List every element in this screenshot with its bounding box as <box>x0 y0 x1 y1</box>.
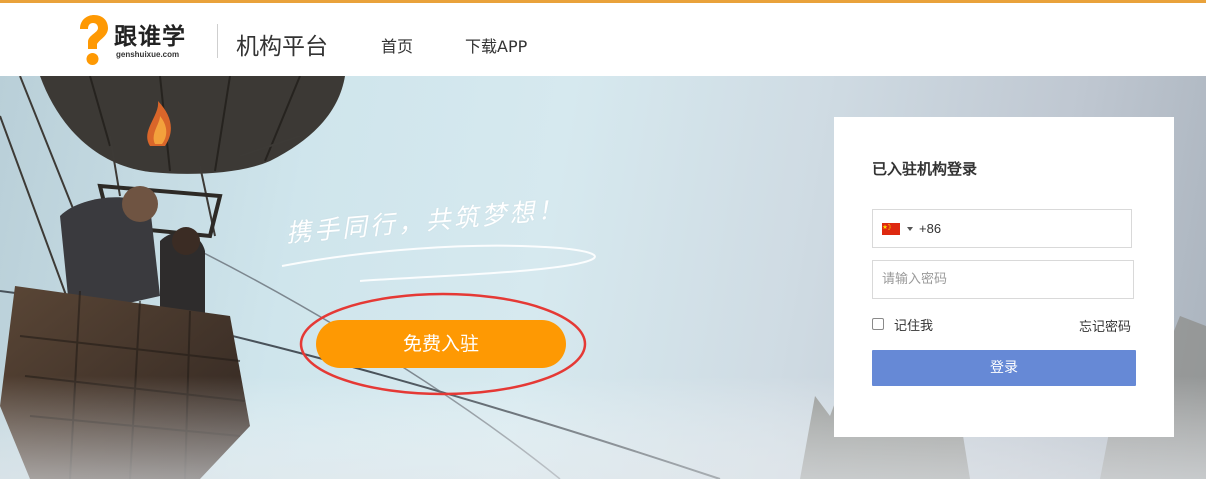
phone-input[interactable]: +86 <box>872 209 1132 248</box>
nav-home-link[interactable]: 首页 <box>381 33 413 57</box>
login-title: 已入驻机构登录 <box>872 160 978 178</box>
login-submit-button[interactable]: 登录 <box>872 350 1136 386</box>
country-dropdown-caret-icon[interactable] <box>907 227 913 231</box>
password-input[interactable] <box>873 261 1133 298</box>
platform-title: 机构平台 <box>236 34 328 60</box>
question-mark-logo-icon <box>80 15 108 65</box>
site-logo[interactable]: 跟谁学 genshuixue.com <box>76 15 206 67</box>
logo-domain: genshuixue.com <box>116 50 180 59</box>
password-field[interactable] <box>872 260 1134 299</box>
china-flag-icon[interactable] <box>882 223 900 235</box>
header-divider <box>217 24 218 58</box>
forgot-password-link[interactable]: 忘记密码 <box>1079 316 1131 335</box>
site-header: 跟谁学 genshuixue.com 机构平台 首页 下载APP <box>0 3 1206 76</box>
remember-me[interactable]: 记住我 <box>872 315 934 334</box>
login-card: 已入驻机构登录 +86 记住我 忘记密码 登录 <box>834 117 1174 437</box>
logo-text: 跟谁学 <box>114 24 186 50</box>
nav-download-app-link[interactable]: 下载APP <box>465 33 527 57</box>
free-join-button[interactable]: 免费入驻 <box>316 320 566 368</box>
country-code: +86 <box>919 221 942 236</box>
remember-me-label: 记住我 <box>894 318 934 334</box>
remember-me-checkbox[interactable] <box>872 318 884 330</box>
